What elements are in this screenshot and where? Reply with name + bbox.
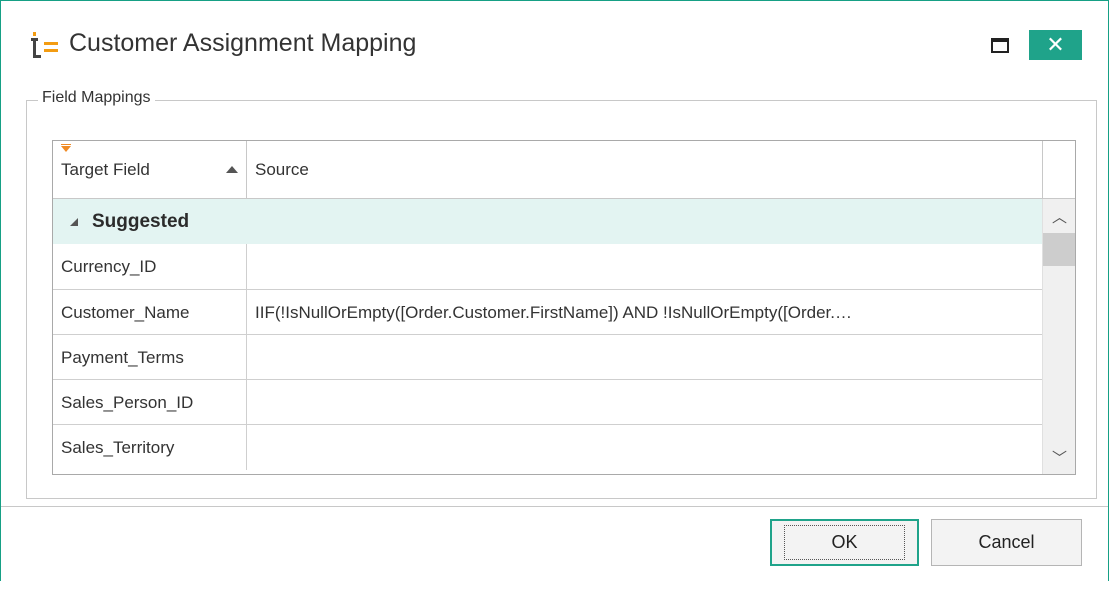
- source-cell[interactable]: [248, 425, 1042, 470]
- footer-divider: [1, 506, 1108, 507]
- sort-ascending-icon: [226, 166, 238, 173]
- vertical-scrollbar[interactable]: ︿ ﹀: [1042, 199, 1075, 474]
- column-header-target-field[interactable]: Target Field: [53, 141, 247, 198]
- cancel-button-label: Cancel: [978, 532, 1035, 552]
- cancel-button[interactable]: Cancel: [931, 519, 1082, 566]
- table-row[interactable]: Customer_Name IIF(!IsNullOrEmpty([Order.…: [53, 289, 1042, 335]
- target-field-cell[interactable]: Sales_Territory: [53, 425, 247, 470]
- table-row[interactable]: Sales_Territory: [53, 424, 1042, 470]
- maximize-button[interactable]: [982, 30, 1018, 60]
- window-title: Customer Assignment Mapping: [69, 29, 417, 57]
- maximize-icon: [991, 37, 1009, 53]
- title-bar[interactable]: Customer Assignment Mapping ✕: [1, 1, 1108, 79]
- group-row-label: Suggested: [92, 210, 190, 232]
- ok-button[interactable]: OK: [770, 519, 919, 566]
- source-cell[interactable]: IIF(!IsNullOrEmpty([Order.Customer.First…: [248, 290, 1042, 335]
- target-field-cell[interactable]: Currency_ID: [53, 244, 247, 289]
- ok-button-label: OK: [784, 525, 905, 560]
- grid-header: Target Field Source: [53, 141, 1075, 199]
- column-header-label: Source: [255, 159, 309, 179]
- column-header-source[interactable]: Source: [248, 141, 1043, 198]
- source-cell[interactable]: [248, 244, 1042, 289]
- tableau-logo-icon: [31, 32, 58, 58]
- filter-indicator-icon: [61, 144, 71, 145]
- source-cell[interactable]: [248, 380, 1042, 425]
- collapse-icon[interactable]: [70, 217, 78, 226]
- group-row-suggested[interactable]: Suggested: [53, 199, 1042, 244]
- target-field-cell[interactable]: Sales_Person_ID: [53, 380, 247, 425]
- scroll-up-icon[interactable]: ︿: [1043, 199, 1075, 233]
- target-field-cell[interactable]: Payment_Terms: [53, 335, 247, 380]
- table-row[interactable]: Payment_Terms: [53, 334, 1042, 380]
- field-mappings-legend: Field Mappings: [38, 89, 155, 107]
- scrollbar-thumb[interactable]: [1043, 233, 1075, 266]
- table-row[interactable]: Sales_Person_ID: [53, 379, 1042, 425]
- close-icon: ✕: [1046, 32, 1065, 57]
- source-cell[interactable]: [248, 335, 1042, 380]
- target-field-cell[interactable]: Customer_Name: [53, 290, 247, 335]
- mappings-grid[interactable]: Target Field Source Suggested Currency_I…: [52, 140, 1076, 475]
- grid-rows: Currency_ID Customer_Name IIF(!IsNullOrE…: [53, 244, 1042, 470]
- scroll-down-icon[interactable]: ﹀: [1043, 440, 1075, 474]
- close-button[interactable]: ✕: [1029, 30, 1082, 60]
- dialog-window: Customer Assignment Mapping ✕ Field Mapp…: [0, 0, 1109, 581]
- column-header-label: Target Field: [61, 159, 150, 179]
- table-row[interactable]: Currency_ID: [53, 244, 1042, 289]
- filter-arrow-icon: [61, 146, 71, 152]
